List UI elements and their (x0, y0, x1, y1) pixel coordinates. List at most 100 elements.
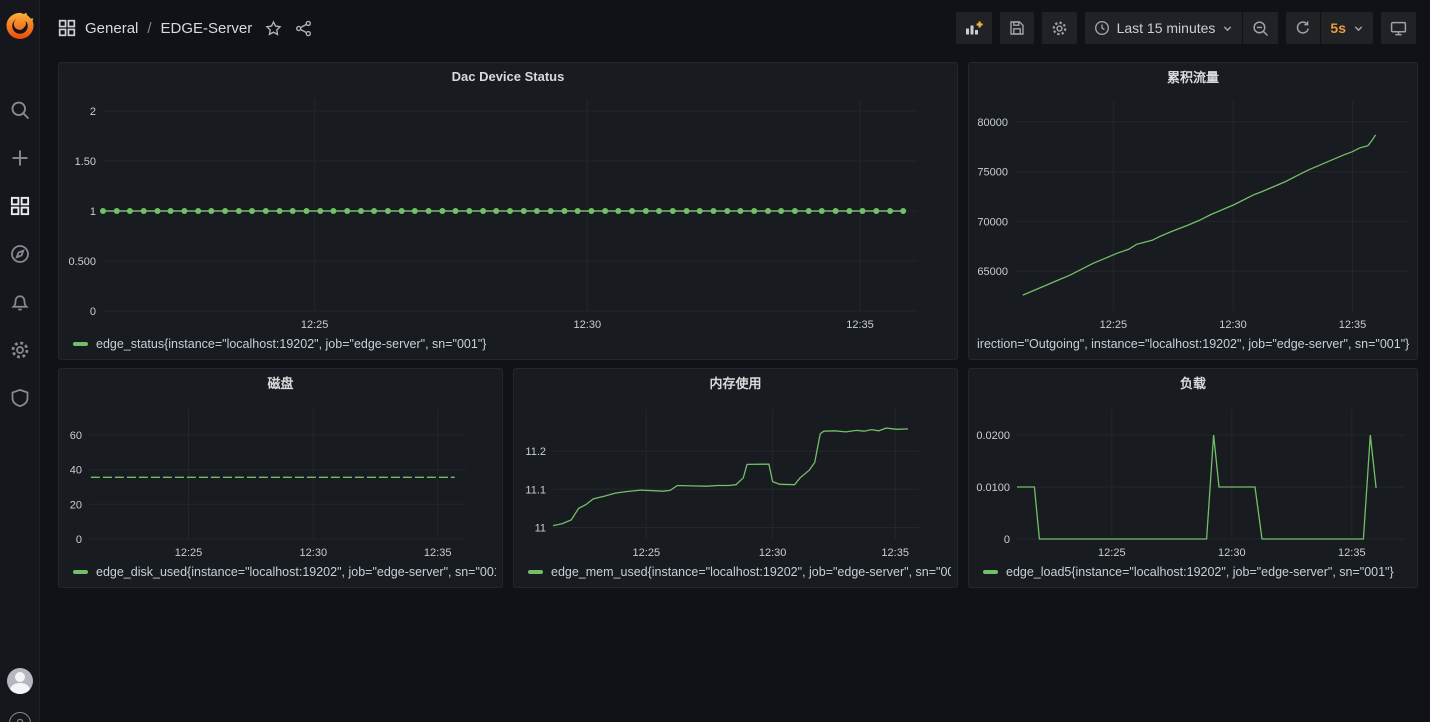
breadcrumb-section[interactable]: General (85, 20, 138, 37)
svg-text:20: 20 (70, 499, 82, 511)
dashboard-grid: Dac Device Status 12:2512:3012:3521.5010… (40, 56, 1430, 722)
save-dashboard-button[interactable] (1000, 12, 1034, 44)
svg-text:12:35: 12:35 (1339, 319, 1367, 331)
legend-item[interactable]: irection="Outgoing", instance="localhost… (969, 335, 1417, 359)
search-icon (10, 100, 30, 120)
legend-color-swatch (528, 570, 543, 574)
shield-icon (10, 388, 30, 408)
sidebar-item-create[interactable] (0, 134, 40, 182)
legend-item[interactable]: edge_mem_used{instance="localhost:19202"… (514, 563, 957, 587)
dashboard-row-1: Dac Device Status 12:2512:3012:3521.5010… (58, 62, 1418, 360)
panel-disk: 磁盘 12:25 12:30 12:35 60 40 20 0 edge_disk_used… (58, 368, 503, 588)
share-icon[interactable] (295, 20, 312, 37)
time-series-chart[interactable]: 12:25 12:30 12:35 60 40 20 0 (59, 395, 502, 563)
legend-label: edge_disk_used{instance="localhost:19202… (96, 565, 496, 579)
dashboard-grid-icon (58, 19, 76, 37)
panel-title[interactable]: 内存使用 (514, 369, 957, 395)
favorite-star-icon[interactable] (265, 20, 282, 37)
grafana-logo-icon (5, 11, 35, 41)
svg-text:12:30: 12:30 (759, 547, 787, 559)
time-picker-group: Last 15 minutes (1085, 12, 1279, 44)
avatar-head (15, 672, 25, 682)
legend-label: edge_status{instance="localhost:19202", … (96, 337, 486, 351)
sidebar-item-alerting[interactable] (0, 278, 40, 326)
panel-title[interactable]: 累积流量 (969, 63, 1417, 89)
legend-label: irection="Outgoing", instance="localhost… (977, 337, 1409, 351)
clock-icon (1094, 20, 1110, 36)
dashboard-settings-button[interactable] (1042, 12, 1077, 44)
breadcrumb-dashboard-title[interactable]: EDGE-Server (161, 20, 253, 37)
svg-text:2: 2 (90, 106, 96, 118)
cycle-view-mode-button[interactable] (1381, 12, 1416, 44)
time-series-chart[interactable]: 12:2512:3012:3521.5010.5000 (59, 89, 957, 335)
sidebar-item-dashboards[interactable] (0, 182, 40, 230)
main-area: General / EDGE-Server Las (40, 0, 1430, 722)
sidebar-item-configuration[interactable] (0, 326, 40, 374)
time-series-chart[interactable]: 12:2512:3012:350.02000.01000 (969, 395, 1417, 563)
svg-text:11: 11 (535, 523, 546, 535)
svg-text:0.500: 0.500 (68, 256, 96, 268)
svg-text:12:25: 12:25 (1100, 319, 1128, 331)
gear-icon (10, 340, 30, 360)
zoom-out-time-button[interactable] (1243, 12, 1278, 44)
add-panel-button[interactable] (956, 12, 992, 44)
svg-text:12:25: 12:25 (1098, 547, 1126, 559)
svg-text:0: 0 (1004, 534, 1010, 546)
time-range-button[interactable]: Last 15 minutes (1085, 12, 1243, 44)
panel-cumulative-traffic: 累积流量 12:2512:3012:3580000750007000065000… (968, 62, 1418, 360)
svg-text:12:35: 12:35 (1338, 547, 1366, 559)
legend-color-swatch (73, 570, 88, 574)
svg-text:12:35: 12:35 (846, 319, 874, 331)
breadcrumb-separator: / (147, 20, 151, 37)
panel-dac-device-status: Dac Device Status 12:2512:3012:3521.5010… (58, 62, 958, 360)
top-navbar: General / EDGE-Server Las (40, 0, 1430, 56)
legend-item[interactable]: edge_disk_used{instance="localhost:19202… (59, 563, 502, 587)
sidebar-item-server-admin[interactable] (0, 374, 40, 422)
refresh-button[interactable] (1286, 12, 1320, 44)
svg-text:12:35: 12:35 (881, 547, 909, 559)
svg-text:0.0200: 0.0200 (976, 430, 1010, 442)
svg-text:12:25: 12:25 (633, 547, 661, 559)
avatar-body (10, 683, 30, 694)
user-avatar[interactable] (7, 668, 33, 694)
time-series-chart[interactable]: 12:2512:3012:3511.211.111 (514, 395, 957, 563)
plus-icon (10, 148, 30, 168)
grafana-logo[interactable] (0, 0, 40, 52)
sidebar: ? (0, 0, 40, 722)
bell-icon (10, 292, 30, 312)
svg-text:40: 40 (70, 465, 82, 477)
dashboards-grid-icon (10, 196, 30, 216)
zoom-out-icon (1252, 20, 1269, 37)
sidebar-item-search[interactable] (0, 86, 40, 134)
settings-gear-icon (1051, 20, 1068, 37)
svg-text:12:30: 12:30 (574, 319, 602, 331)
legend-color-swatch (983, 570, 998, 574)
svg-text:0: 0 (76, 534, 82, 546)
help-icon[interactable]: ? (9, 712, 31, 722)
refresh-group: 5s (1286, 12, 1373, 44)
legend-item[interactable]: edge_load5{instance="localhost:19202", j… (969, 563, 1417, 587)
svg-text:12:30: 12:30 (1219, 319, 1247, 331)
svg-text:12:30: 12:30 (300, 547, 328, 559)
compass-icon (10, 244, 30, 264)
chevron-down-icon (1222, 23, 1233, 34)
svg-text:0.0100: 0.0100 (976, 482, 1010, 494)
refresh-interval-button[interactable]: 5s (1321, 12, 1373, 44)
svg-text:60: 60 (70, 430, 82, 442)
sidebar-nav (0, 86, 40, 422)
panel-title[interactable]: Dac Device Status (59, 63, 957, 89)
panel-title[interactable]: 磁盘 (59, 369, 502, 395)
legend-color-swatch (73, 342, 88, 346)
add-panel-icon (965, 20, 983, 37)
save-icon (1009, 20, 1025, 36)
panel-memory-usage: 内存使用 12:2512:3012:3511.211.111 edge_mem_… (513, 368, 958, 588)
panel-title[interactable]: 负载 (969, 369, 1417, 395)
legend-item[interactable]: edge_status{instance="localhost:19202", … (59, 335, 957, 359)
svg-text:1: 1 (90, 206, 96, 218)
sidebar-item-explore[interactable] (0, 230, 40, 278)
svg-text:80000: 80000 (977, 117, 1008, 129)
time-series-chart[interactable]: 12:2512:3012:3580000750007000065000 (969, 89, 1417, 335)
svg-text:65000: 65000 (977, 266, 1008, 278)
svg-text:12:25: 12:25 (175, 547, 203, 559)
svg-text:12:35: 12:35 (424, 547, 452, 559)
